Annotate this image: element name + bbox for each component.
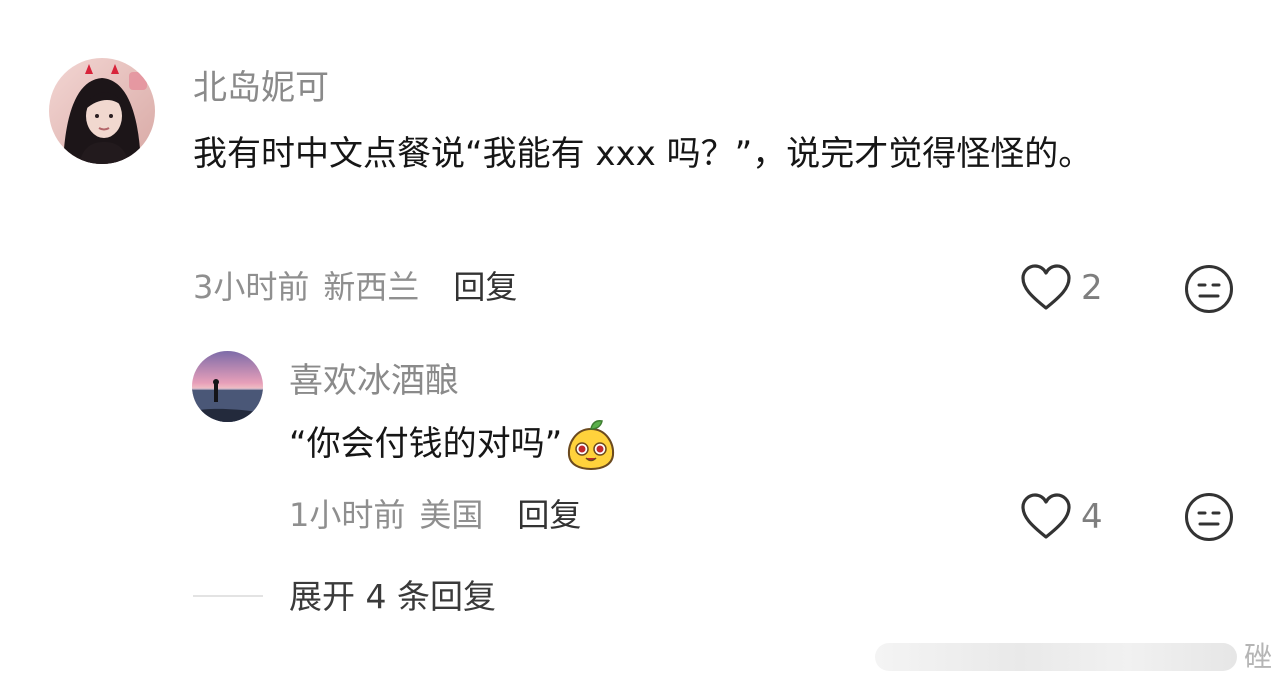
comment-meta: 3小时前 新西兰 回复: [193, 267, 517, 307]
comment-reply-button[interactable]: 回复: [453, 267, 517, 307]
avatar-beidao-nike[interactable]: [49, 58, 155, 164]
neutral-face-icon: [1185, 493, 1233, 541]
reply-time: 1小时前: [289, 496, 406, 534]
reply-like-button[interactable]: 4: [1019, 493, 1103, 541]
expand-divider: [193, 595, 263, 597]
reply-like-count: 4: [1081, 497, 1103, 537]
avatar-xihuan-bingjiuniang[interactable]: [192, 351, 263, 422]
neutral-face-icon: [1185, 265, 1233, 313]
comment-reaction-button[interactable]: [1184, 264, 1234, 318]
avatar-image: [49, 58, 155, 164]
heart-outline-icon: [1021, 493, 1071, 539]
watermark-text: 䂳: [1244, 640, 1273, 673]
comment-location: 新西兰: [323, 268, 420, 306]
reply-username[interactable]: 喜欢冰酒酿: [289, 361, 459, 401]
comment-like-count: 2: [1081, 268, 1103, 308]
reply-meta: 1小时前 美国 回复: [289, 495, 581, 535]
comment-text: 我有时中文点餐说“我能有 xxx 吗？”，说完才觉得怪怪的。: [193, 134, 1093, 174]
avatar-image: [192, 351, 263, 422]
heart-outline-icon: [1021, 264, 1071, 310]
watermark-bar: [875, 643, 1237, 671]
reply-reaction-button[interactable]: [1184, 492, 1234, 546]
expand-replies-button[interactable]: 展开 4 条回复: [289, 577, 496, 617]
reply-location: 美国: [419, 496, 484, 534]
cartoon-mango-face-emoji: [568, 420, 615, 471]
comment-like-button[interactable]: 2: [1019, 264, 1103, 312]
reply-text-row: “你会付钱的对吗”: [289, 414, 616, 474]
comment-time: 3小时前: [193, 268, 310, 306]
reply-reply-button[interactable]: 回复: [517, 495, 581, 535]
comment-username[interactable]: 北岛妮可: [193, 68, 329, 108]
reply-text: “你会付钱的对吗”: [289, 424, 563, 464]
